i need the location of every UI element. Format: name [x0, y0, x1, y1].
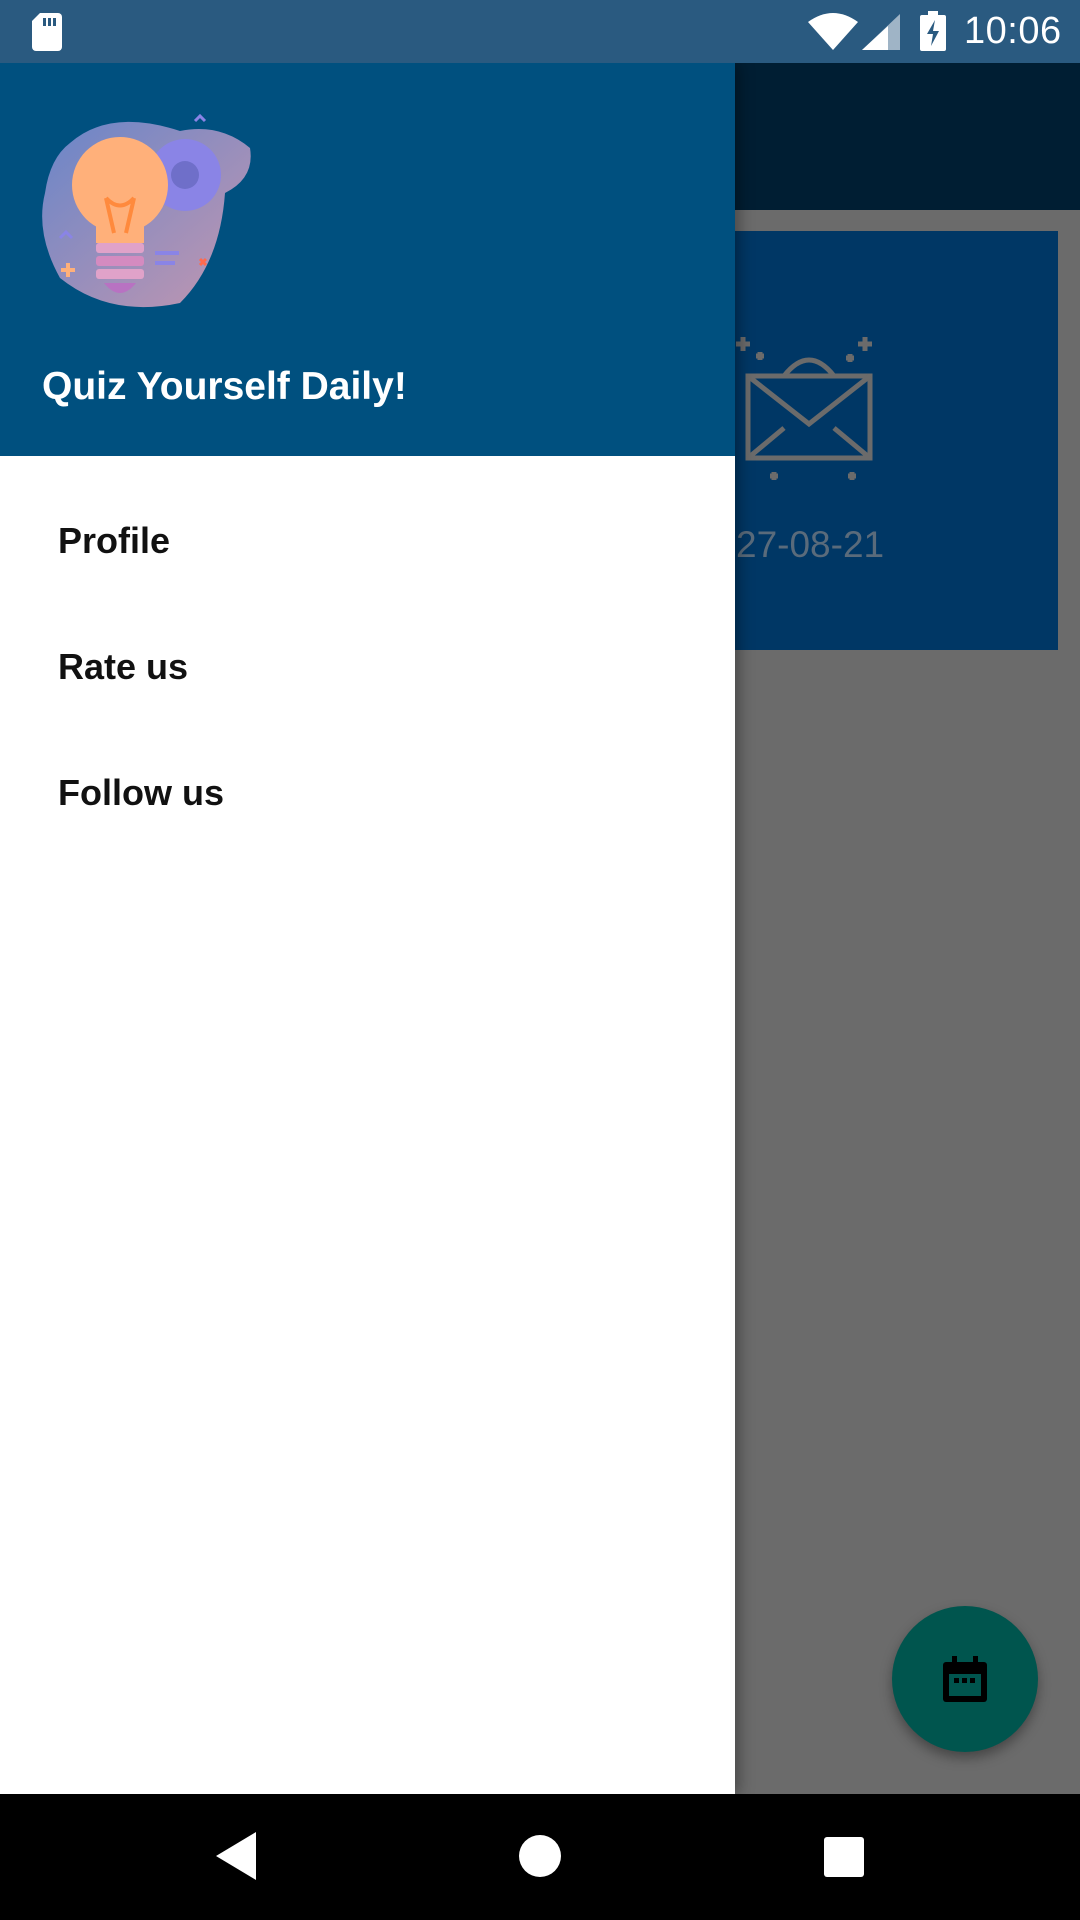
menu-item-label: Profile [58, 520, 171, 561]
menu-item-follow-us[interactable]: Follow us [0, 730, 735, 856]
wifi-icon [808, 13, 858, 50]
home-icon[interactable] [519, 1835, 561, 1877]
menu-item-label: Rate us [58, 646, 189, 687]
drawer-header: Quiz Yourself Daily! [0, 63, 735, 456]
mail-bag-icon [736, 337, 873, 480]
status-clock: 10:06 [964, 10, 1062, 52]
back-icon[interactable] [216, 1832, 256, 1880]
calendar-icon [943, 1656, 987, 1702]
lightbulb-gear-icon [42, 113, 251, 308]
signal-icon [862, 14, 900, 50]
card-date: 27-08-21 [736, 524, 885, 565]
battery-charging-icon [920, 11, 946, 51]
menu-item-rate-us[interactable]: Rate us [0, 604, 735, 730]
menu-item-label: Follow us [58, 772, 224, 813]
sd-card-icon [32, 13, 62, 51]
system-nav-bar [0, 1794, 1080, 1920]
menu-item-profile[interactable]: Profile [0, 478, 735, 604]
quiz-card[interactable]: 27-08-21 [700, 231, 1058, 650]
status-bar: 10:06 [0, 0, 1080, 63]
navigation-drawer: Quiz Yourself Daily! Profile Rate us Fol… [0, 63, 735, 1794]
drawer-header-title: Quiz Yourself Daily! [42, 365, 407, 408]
recents-icon[interactable] [824, 1837, 864, 1877]
calendar-fab[interactable] [892, 1606, 1038, 1752]
